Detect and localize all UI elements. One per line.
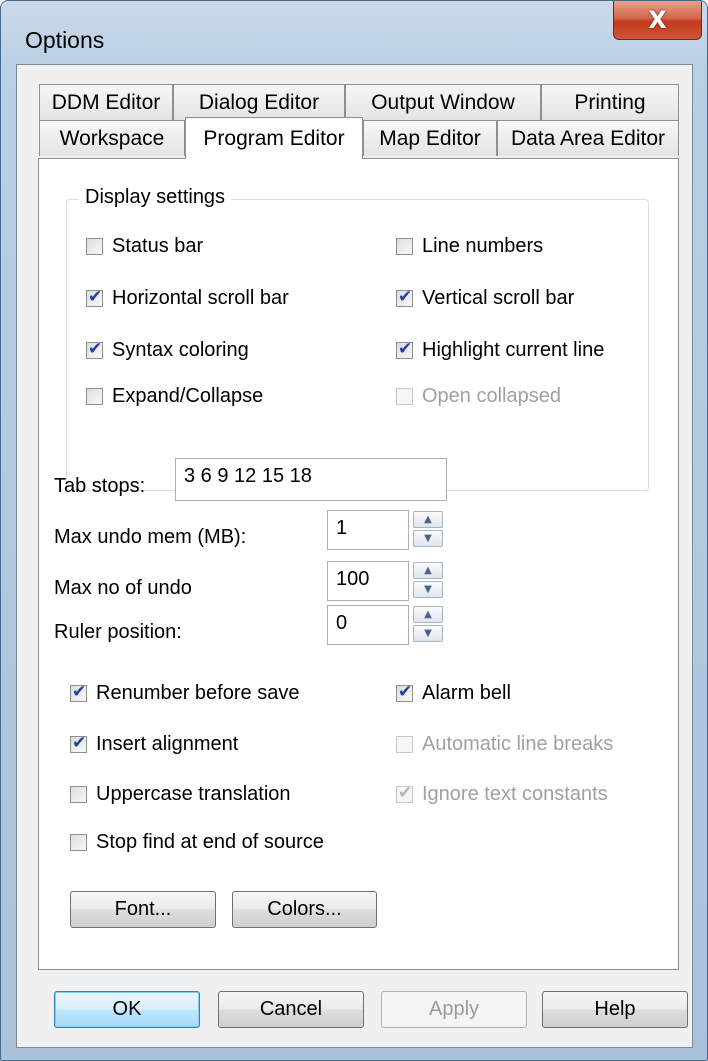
tab-label: Data Area Editor [510, 126, 666, 150]
max-no-of-undo-spinner: ▲ ▼ [413, 562, 443, 598]
checkmark-icon [396, 287, 413, 307]
window-title: Options [25, 27, 105, 53]
automatic-line-breaks-checkbox: Automatic line breaks [396, 733, 613, 756]
max-undo-mem-spinner: ▲ ▼ [413, 511, 443, 547]
ruler-position-input[interactable]: 0 [327, 605, 409, 645]
checkbox-box [86, 388, 103, 405]
checkbox-label: Highlight current line [422, 339, 605, 361]
checkmark-icon [396, 783, 413, 803]
syntax-coloring-checkbox[interactable]: Syntax coloring [86, 339, 249, 362]
max-undo-mem-label: Max undo mem (MB): [54, 526, 247, 548]
tab-map-editor[interactable]: Map Editor [363, 120, 497, 156]
vertical-scroll-bar-checkbox[interactable]: Vertical scroll bar [396, 287, 574, 310]
alarm-bell-checkbox[interactable]: Alarm bell [396, 682, 511, 705]
spin-up-icon[interactable]: ▲ [413, 511, 443, 528]
checkmark-icon [396, 339, 413, 359]
tab-ddm-editor[interactable]: DDM Editor [39, 84, 173, 120]
checkbox-label: Line numbers [422, 235, 544, 257]
checkbox-label: Ignore text constants [422, 783, 608, 805]
uppercase-translation-checkbox[interactable]: Uppercase translation [70, 783, 291, 806]
stop-find-at-end-of-source-checkbox[interactable]: Stop find at end of source [70, 831, 324, 854]
checkbox-label: Automatic line breaks [422, 733, 614, 755]
ruler-position-label: Ruler position: [54, 621, 182, 643]
insert-alignment-checkbox[interactable]: Insert alignment [70, 733, 238, 756]
checkbox-label: Insert alignment [96, 733, 239, 755]
spin-down-icon[interactable]: ▼ [413, 625, 443, 642]
checkbox-label: Status bar [112, 235, 204, 257]
tab-label: Output Window [371, 90, 515, 114]
highlight-current-line-checkbox[interactable]: Highlight current line [396, 339, 604, 362]
font-button[interactable]: Font... [70, 891, 216, 928]
ruler-position-spinner: ▲ ▼ [413, 606, 443, 642]
apply-button: Apply [381, 991, 527, 1028]
tab-stops-label: Tab stops: [54, 475, 146, 497]
spin-down-icon[interactable]: ▼ [413, 581, 443, 598]
tab-program-editor[interactable]: Program Editor [185, 117, 363, 159]
checkbox-label: Expand/Collapse [112, 385, 264, 407]
expand-collapse-checkbox[interactable]: Expand/Collapse [86, 385, 263, 408]
help-button[interactable]: Help [542, 991, 688, 1028]
spin-up-icon[interactable]: ▲ [413, 606, 443, 623]
tab-label: Dialog Editor [198, 90, 320, 114]
tab-label: Program Editor [203, 126, 345, 150]
close-icon: X [648, 6, 667, 34]
ok-button[interactable]: OK [54, 991, 200, 1028]
horizontal-scroll-bar-checkbox[interactable]: Horizontal scroll bar [86, 287, 289, 310]
checkbox-label: Renumber before save [96, 682, 300, 704]
status-bar-checkbox[interactable]: Status bar [86, 235, 203, 258]
checkmark-icon [70, 682, 87, 702]
checkbox-box [396, 736, 413, 753]
checkbox-label: Horizontal scroll bar [112, 287, 289, 309]
tab-workspace[interactable]: Workspace [39, 120, 185, 156]
dialog-client-area: DDM Editor Dialog Editor Output Window P… [16, 64, 693, 1048]
checkmark-icon [86, 287, 103, 307]
checkmark-icon [70, 733, 87, 753]
tab-label: Map Editor [379, 126, 481, 150]
spin-down-icon[interactable]: ▼ [413, 530, 443, 547]
line-numbers-checkbox[interactable]: Line numbers [396, 235, 543, 258]
checkbox-box [70, 834, 87, 851]
close-button[interactable]: X [613, 1, 702, 40]
display-settings-legend: Display settings [79, 186, 232, 209]
tab-dialog-editor[interactable]: Dialog Editor [173, 84, 345, 120]
checkmark-icon [86, 339, 103, 359]
tab-printing[interactable]: Printing [541, 84, 679, 120]
tab-label: Workspace [59, 126, 165, 150]
checkbox-label: Stop find at end of source [96, 831, 324, 853]
checkbox-box [70, 786, 87, 803]
spin-up-icon[interactable]: ▲ [413, 562, 443, 579]
checkbox-label: Vertical scroll bar [422, 287, 575, 309]
max-undo-mem-input[interactable]: 1 [327, 510, 409, 550]
cancel-button[interactable]: Cancel [218, 991, 364, 1028]
checkbox-label: Open collapsed [422, 385, 561, 407]
checkbox-label: Alarm bell [422, 682, 511, 704]
tab-output-window[interactable]: Output Window [345, 84, 541, 120]
checkmark-icon [396, 682, 413, 702]
colors-button[interactable]: Colors... [232, 891, 377, 928]
checkbox-box [396, 238, 413, 255]
max-no-of-undo-label: Max no of undo [54, 577, 192, 599]
tab-label: DDM Editor [51, 90, 161, 114]
checkbox-box [396, 388, 413, 405]
checkbox-label: Uppercase translation [96, 783, 291, 805]
tab-data-area-editor[interactable]: Data Area Editor [497, 120, 679, 156]
checkbox-label: Syntax coloring [112, 339, 249, 361]
max-no-of-undo-input[interactable]: 100 [327, 561, 409, 601]
renumber-before-save-checkbox[interactable]: Renumber before save [70, 682, 299, 705]
ignore-text-constants-checkbox: Ignore text constants [396, 783, 608, 806]
tab-label: Printing [574, 90, 646, 114]
open-collapsed-checkbox: Open collapsed [396, 385, 561, 408]
options-dialog: Options X DDM Editor Dialog Editor Outpu… [0, 0, 708, 1061]
tab-stops-input[interactable]: 3 6 9 12 15 18 [175, 458, 447, 501]
checkbox-box [86, 238, 103, 255]
